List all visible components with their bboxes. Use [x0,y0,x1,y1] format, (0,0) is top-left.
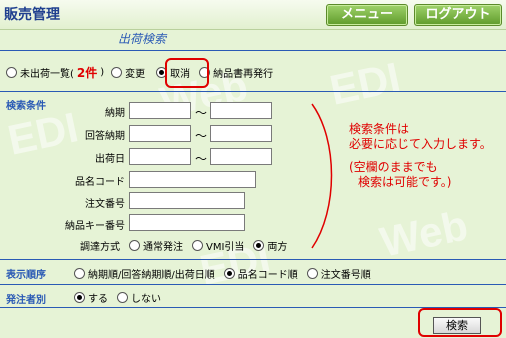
sort-options: 納期順/回答納期順/出荷日順 品名コード順 注文番号順 [74,266,371,281]
sort-option-label: 注文番号順 [320,270,371,281]
note-line: (空欄のままでも [349,160,438,174]
divider [0,284,506,285]
sort-radio-order-number[interactable] [306,268,318,279]
sort-radio-date[interactable] [74,268,85,279]
note-line: 必要に応じて入力します。 [349,137,492,151]
orderer-radio-no[interactable] [117,292,128,303]
orderer-options: する しない [74,290,161,305]
note-line: 検索条件は [349,122,410,136]
note-line: 検索は可能です。) [358,175,452,189]
sort-option-label: 品名コード順 [237,270,298,281]
sort-radio-item-code[interactable] [223,268,235,279]
orderer-option-label: する [88,294,108,305]
orderer-radio-yes[interactable] [74,292,85,303]
search-button[interactable]: 検索 [433,317,481,334]
sort-option-label: 納期順/回答納期順/出荷日順 [88,270,215,281]
orderer-option-label: しない [131,294,161,305]
orderer-label: 発注者別 [6,295,46,306]
divider [0,259,506,260]
sort-label: 表示順序 [6,270,46,281]
